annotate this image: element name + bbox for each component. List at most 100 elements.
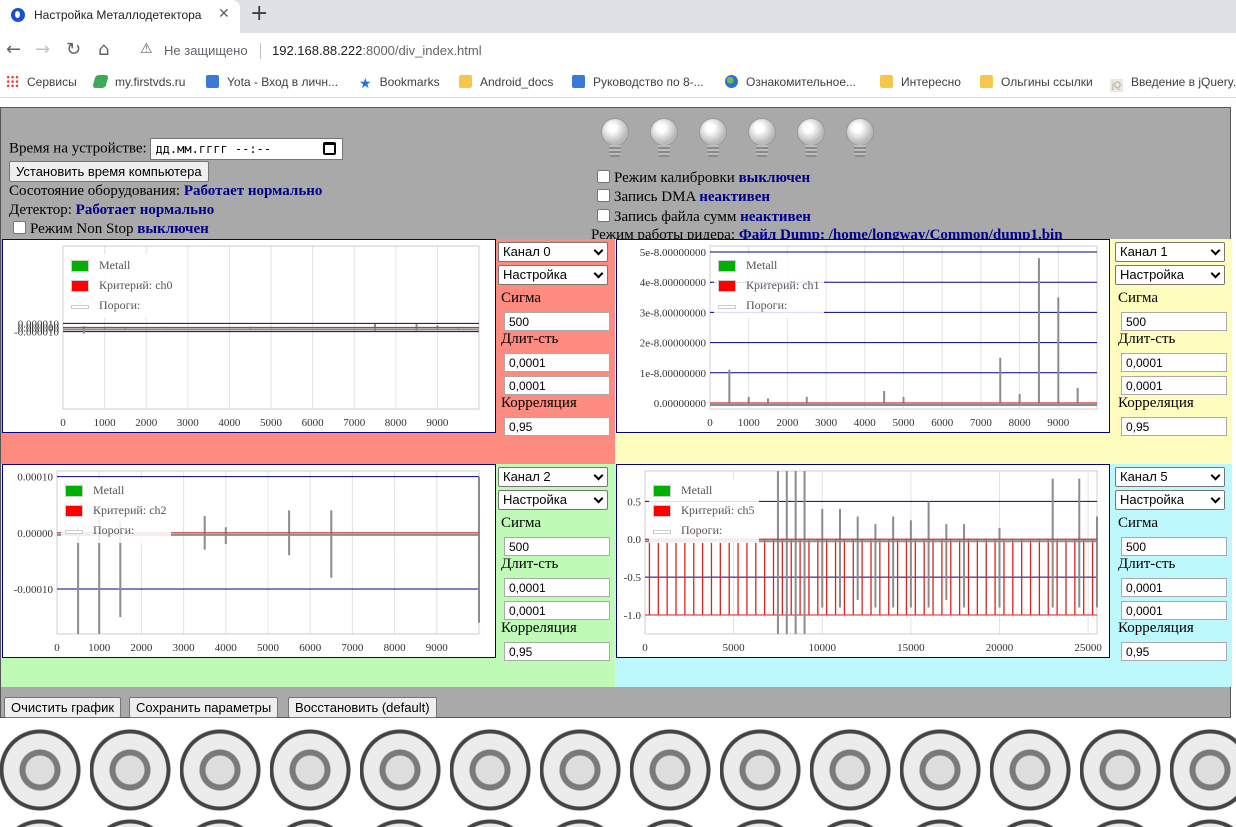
address-bar[interactable]: ⚠ Не защищено 192.168.88.222:8000/div_in… [128,36,1236,65]
bookmark-olga-links[interactable]: Ольгины ссылки [980,75,1093,89]
duration-input-2[interactable]: 0,0001 [1121,601,1227,620]
channel-select[interactable]: Канал 2 [498,467,608,487]
duration-input-2[interactable]: 0,0001 [1121,376,1227,395]
mode-select[interactable]: Настройка [1115,265,1225,285]
calibration-label: Режим калибровки [614,170,735,186]
tab-active[interactable]: Настройка Металлодетектора ✕ [0,0,240,33]
mode-select-value: Настройка [1120,267,1184,282]
legend-thresholds[interactable]: Пороги: [649,521,755,541]
calendar-icon[interactable] [323,142,337,155]
channel-select[interactable]: Канал 5 [1115,467,1225,487]
channel-block-2: 0.00010 0.00000 -0.00010 0 1000 2000 3000 4000 5… [1,464,615,687]
tab-close-icon[interactable]: ✕ [218,6,230,22]
legend-metall[interactable]: Metall [714,256,820,276]
clear-chart-button[interactable]: Очистить график [4,697,122,718]
url-text[interactable]: 192.168.88.222:8000/div_index.html [272,43,482,58]
legend-criterion[interactable]: Критерий: ch0 [67,276,173,296]
signal-chart[interactable]: 0.5 0.0 -0.5 -1.0 0 5000 10000 15000 20000 25000 M… [616,464,1110,658]
legend-metall[interactable]: Metall [649,481,755,501]
mode-select[interactable]: Настройка [1115,490,1225,510]
new-tab-button[interactable]: + [250,1,268,26]
jquery-icon: jQ [1110,79,1123,92]
correlation-input[interactable]: 0,95 [1121,642,1227,661]
legend-swatch [653,485,671,497]
dma-checkbox[interactable] [597,189,610,202]
y-tick-label: -1.0 [624,610,642,622]
equipment-label: Сосотояние оборудования: [9,183,181,199]
duration-input-2[interactable]: 0,0001 [504,376,610,395]
duration-input-1[interactable]: 0,0001 [1121,353,1227,372]
detector-label: Детектор: [9,202,72,218]
correlation-input[interactable]: 0,95 [1121,417,1227,436]
bookmark-bookmarks[interactable]: ★ Bookmarks [359,75,440,91]
chevron-down-icon [1210,268,1221,279]
sigma-label: Сигма [1118,290,1159,306]
datetime-input[interactable]: дд.мм.гггг --:-- [150,138,344,160]
channel-select[interactable]: Канал 1 [1115,242,1225,262]
omnibox-separator [260,43,261,59]
bookmark-manual[interactable]: Руководство по 8-... [572,75,704,89]
duration-input-2[interactable]: 0,0001 [504,601,610,620]
back-button[interactable]: ← [6,39,21,60]
sigma-input[interactable]: 500 [504,537,610,556]
signal-chart[interactable]: 0.00010 0.00000 -0.00010 0 1000 2000 3000 4000 5… [2,464,496,658]
chart-svg: 5e-8.00000000 4e-8.00000000 3e-8.00000000 2… [640,245,1098,429]
mode-select[interactable]: Настройка [498,490,608,510]
correlation-input[interactable]: 0,95 [504,417,610,436]
channel-block-3: 0.5 0.0 -0.5 -1.0 0 5000 10000 15000 20000 25000 M… [615,464,1232,687]
legend-thresholds[interactable]: Пороги: [67,296,173,316]
forward-button[interactable]: → [35,39,50,60]
tab-strip: Настройка Металлодетектора ✕ + [0,0,1236,33]
sums-row: Запись файла сумм неактивен [597,209,811,226]
channel-select-value: Канал 5 [1120,469,1168,484]
sigma-input[interactable]: 500 [1121,312,1227,331]
sigma-input[interactable]: 500 [504,312,610,331]
warning-icon[interactable]: ⚠ [140,41,153,57]
x-tick-label: 15000 [897,642,925,654]
security-label[interactable]: Не защищено [164,43,248,58]
bookmark-services[interactable]: Сервисы [6,75,77,89]
nonstop-checkbox[interactable] [13,221,26,234]
sigma-input[interactable]: 500 [1121,537,1227,556]
legend-criterion[interactable]: Критерий: ch1 [714,276,820,296]
bookmark-jquery[interactable]: jQ Введение в jQuery... [1110,75,1236,92]
legend-metall[interactable]: Metall [61,481,167,501]
duration-input-1[interactable]: 0,0001 [504,578,610,597]
bookmark-firstvds[interactable]: my.firstvds.ru [92,75,185,89]
legend-swatch [65,485,83,497]
x-tick-label: 6000 [302,417,325,429]
duration-input-1[interactable]: 0,0001 [504,353,610,372]
correlation-input[interactable]: 0,95 [504,642,610,661]
restore-default-button[interactable]: Восстановить (default) [288,697,437,718]
bookmark-yota[interactable]: Yota - Вход в личн... [206,75,338,89]
legend-metall[interactable]: Metall [67,256,173,276]
sums-checkbox[interactable] [597,209,610,222]
legend-criterion[interactable]: Критерий: ch5 [649,501,755,521]
x-tick-label: 5000 [723,642,746,654]
signal-chart[interactable]: 0.000010 0.000000 -0.000010 0 1000 2000 3000 40… [2,239,496,433]
site-favicon-icon [11,8,25,22]
legend-swatch [718,280,736,292]
signal-chart[interactable]: 5e-8.00000000 4e-8.00000000 3e-8.00000000 2… [616,239,1110,433]
control-panel: Время на устройстве: дд.мм.гггг --:-- Ус… [0,107,1232,718]
legend-label: Metall [681,483,713,497]
calibration-checkbox[interactable] [597,170,610,183]
home-button[interactable]: ⌂ [98,39,109,60]
mode-select[interactable]: Настройка [498,265,608,285]
bookmark-interesting[interactable]: Интересно [880,75,961,89]
legend-thresholds[interactable]: Пороги: [714,296,820,316]
legend-criterion[interactable]: Критерий: ch2 [61,501,167,521]
reload-button[interactable]: ↻ [66,39,81,60]
time-label: Время на устройстве: [9,140,147,157]
x-tick-label: 9000 [426,417,449,429]
channel-select[interactable]: Канал 0 [498,242,608,262]
legend-label: Пороги: [99,298,141,312]
legend-thresholds[interactable]: Пороги: [61,521,167,541]
bookmark-android-docs[interactable]: Android_docs [459,75,553,89]
set-time-button[interactable]: Установить время компьютера [9,161,209,182]
x-tick-label: 25000 [1074,642,1102,654]
bookmark-intro[interactable]: Ознакомительное... [725,75,856,89]
duration-input-1[interactable]: 0,0001 [1121,578,1227,597]
save-params-button[interactable]: Сохранить параметры [129,697,279,718]
legend-channel: ch0 [155,278,173,292]
